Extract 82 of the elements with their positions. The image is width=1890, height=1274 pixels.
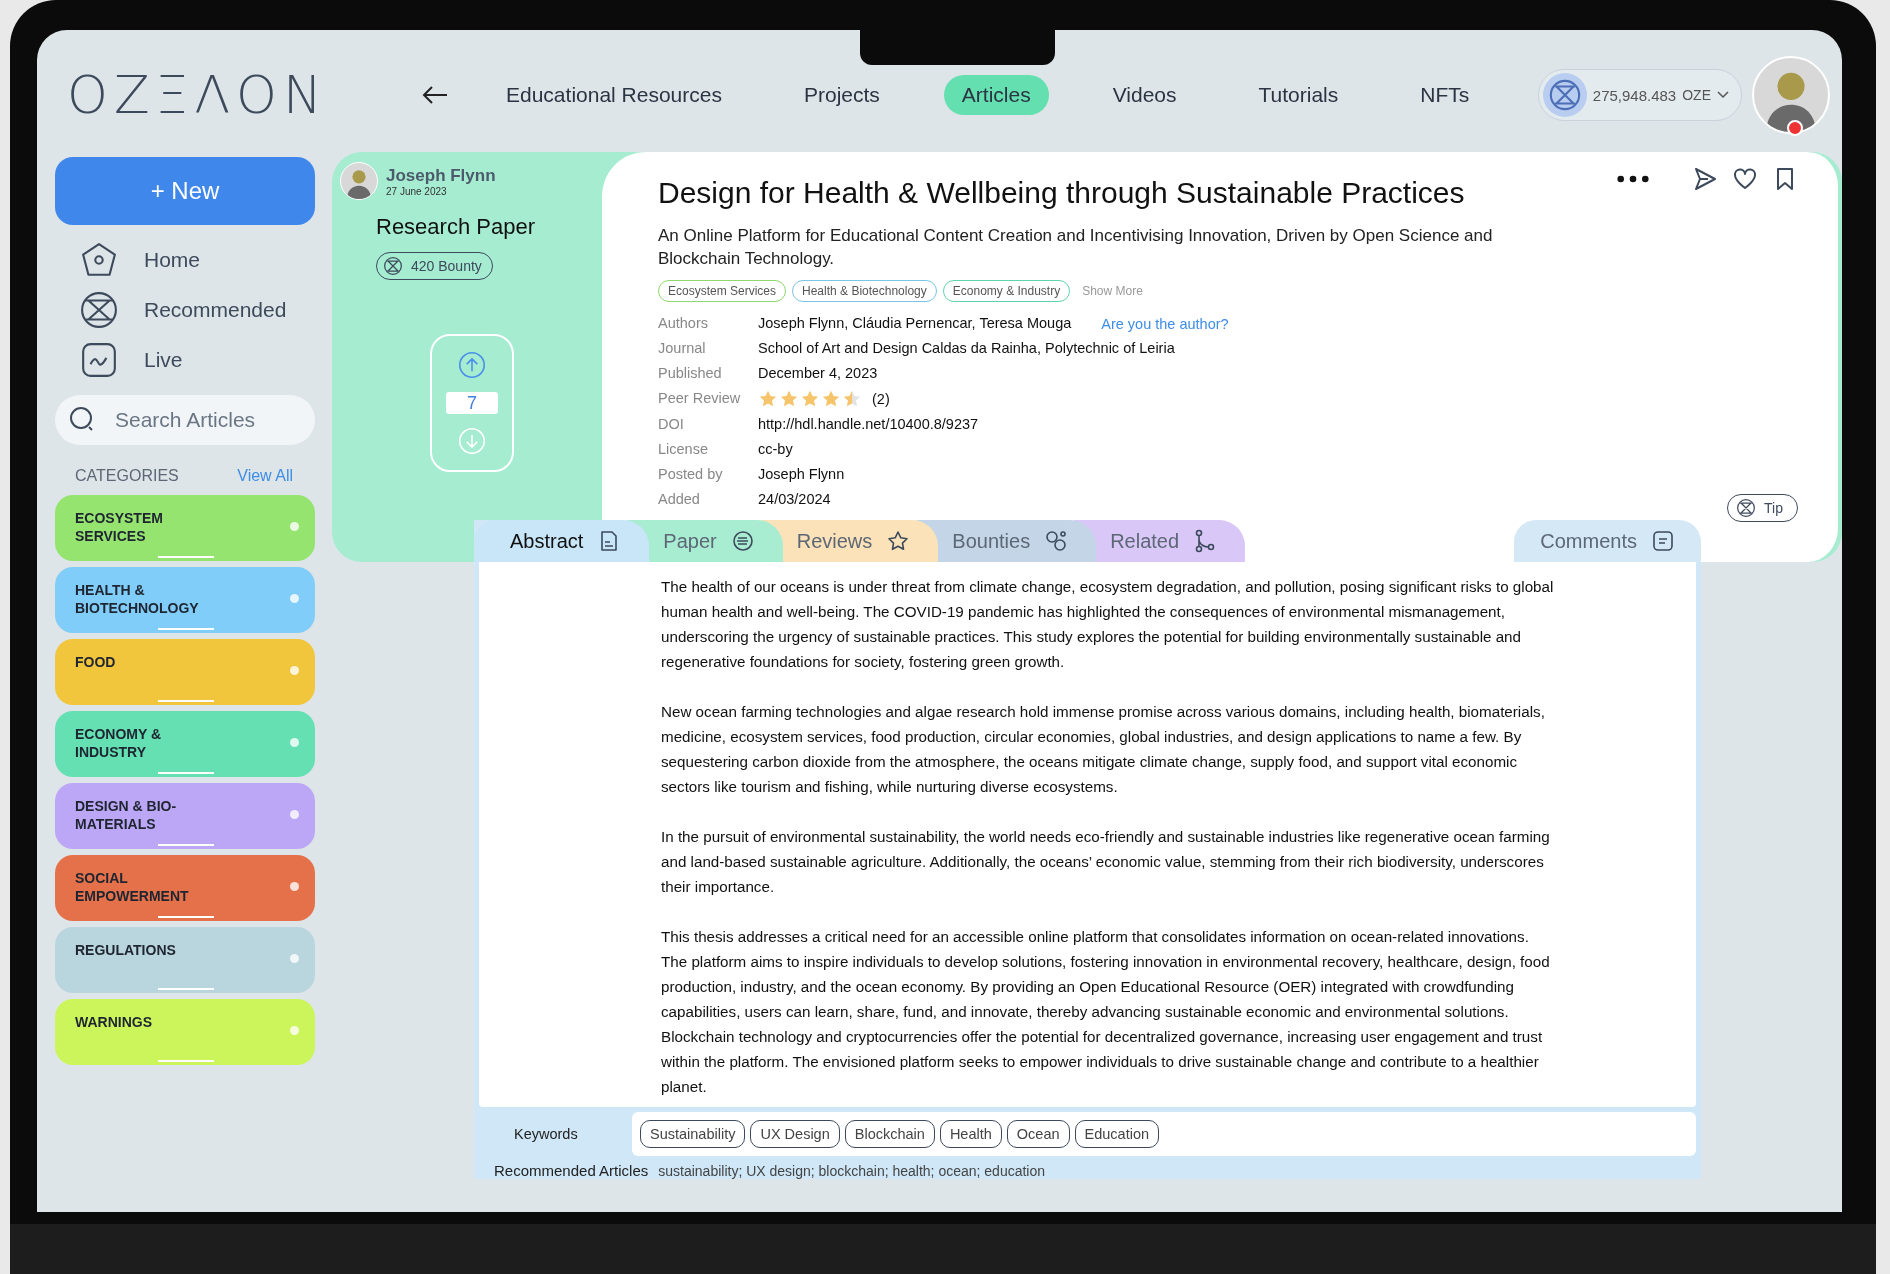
nav-link[interactable]: Projects xyxy=(785,75,898,115)
coin-icon xyxy=(1736,498,1757,518)
post-date: 27 June 2023 xyxy=(386,185,448,197)
meta-label: Posted by xyxy=(658,465,724,484)
trend-icon xyxy=(80,341,118,379)
meta-label: Peer Review xyxy=(658,389,742,408)
article-subtitle: An Online Platform for Educational Content Creation and Incentivising Innovation, Driven by Open Science and Blockchain Technology. xyxy=(658,225,1494,270)
vote-count: 7 xyxy=(446,392,498,414)
hourglass-circle-icon xyxy=(80,291,118,329)
keyword-chip[interactable]: Health xyxy=(939,1120,1002,1148)
sidebar-link[interactable]: Home xyxy=(144,248,201,272)
category-card[interactable]: SOCIAL EMPOWERMENT xyxy=(55,855,315,921)
abstract-paragraph: This thesis addresses a critical need for an accessible online platform that consolidates information on ocean-related innovations. The platform aims to inspire individuals to develop solutions, fostering innovation in environmental recovery, healthcare, design, food production, industry, and the ocean economy. By providing an Open Educational Resource (OER) integrated with crowdfunding capabilities, users can learn, share, fund, and innovate, thereby advancing sustainable economic and environmental solutions. Blockchain technology and cryptocurrencies offer the potential for decentralized governance, increasing user engagement and trust within the platform. The envisioned platform seeks to empower individuals to drive sustainable change and contribute to a healthier planet. xyxy=(661,927,1551,1097)
category-card[interactable]: REGULATIONS xyxy=(55,927,315,993)
review-count: (2) xyxy=(872,389,890,409)
abstract-paragraph: New ocean farming technologies and algae research hold immense promise across various domains, including health, biomaterials, medicine, ecosystem services, food production, circular economies, global industries, and design applications to name a few. By sequestering carbon dioxide from the atmosphere, the oceans mitigate climate change, supply food, and support vital economic sectors like tourism and fishing, while nurturing diverse ecosystems. xyxy=(661,702,1546,797)
meta-label: Published xyxy=(658,364,723,383)
caret-icon xyxy=(1717,91,1729,99)
star-icon xyxy=(842,389,862,409)
keywords-text: sustainability; UX design; blockchain; health; ocean; education xyxy=(658,1163,1046,1179)
nav-link[interactable]: NFTs xyxy=(1402,75,1488,115)
wallet-dropdown[interactable]: 275,948.483 OZE xyxy=(1537,69,1742,121)
keywords-label: Keywords xyxy=(513,1126,579,1142)
sidebar-link[interactable]: Live xyxy=(144,348,183,372)
circles-icon xyxy=(1044,529,1069,553)
send-icon[interactable] xyxy=(1692,166,1718,192)
star-icon xyxy=(779,389,799,409)
category-card[interactable]: HEALTH & BIOTECHNOLOGY xyxy=(55,567,315,633)
star-icon xyxy=(800,389,820,409)
search-field[interactable]: Search Articles xyxy=(55,395,315,445)
coin-icon xyxy=(1547,78,1582,112)
meta-value: http://hdl.handle.net/10400.8/9237 xyxy=(758,415,979,434)
keyword-chip[interactable]: Ocean xyxy=(1006,1120,1070,1148)
category-card[interactable]: ECONOMY & INDUSTRY xyxy=(55,711,315,777)
keyword-chip[interactable]: UX Design xyxy=(750,1120,840,1148)
abstract-paragraph: In the pursuit of environmental sustainability, the world needs eco-friendly and sustainable industries like regenerative ocean farming and land-based sustainable agriculture. Additionally, the oceans’ economic value, stemming from their rich biodiversity, underscores their importance. xyxy=(661,827,1551,897)
keyword-chip[interactable]: Blockchain xyxy=(844,1120,935,1148)
coil-icon xyxy=(730,529,755,553)
nav-link[interactable]: Educational Resources xyxy=(488,75,740,115)
meta-value: Joseph Flynn xyxy=(758,465,845,484)
star-icon xyxy=(821,389,841,409)
nav-link[interactable]: Tutorials xyxy=(1240,75,1357,115)
category-card[interactable]: ECOSYSTEM SERVICES xyxy=(55,495,315,561)
back-arrow-icon[interactable] xyxy=(422,85,448,105)
coin-icon xyxy=(383,256,403,276)
sidebar-link[interactable]: Recommended xyxy=(144,298,287,322)
section-heading: Recommended Articles xyxy=(494,1162,649,1179)
star-icon xyxy=(886,529,911,553)
heart-icon[interactable] xyxy=(1732,166,1758,192)
meta-label: License xyxy=(658,440,709,459)
meta-value: December 4, 2023 xyxy=(758,364,878,383)
claim-author-link[interactable]: Are you the author? xyxy=(1101,315,1229,332)
author-name[interactable]: Joseph Flynn xyxy=(386,165,496,186)
meta-label: Journal xyxy=(658,339,707,358)
article-type: Research Paper xyxy=(376,214,536,240)
meta-value: 24/03/2024 xyxy=(758,490,831,509)
author-avatar xyxy=(340,162,378,200)
category-card[interactable]: WARNINGS xyxy=(55,999,315,1065)
nav-link[interactable]: Videos xyxy=(1094,75,1195,115)
comments-tab[interactable]: Comments xyxy=(1514,520,1701,562)
article-title: Design for Health & Wellbeing through Sustainable Practices xyxy=(658,176,1465,210)
category-card[interactable]: FOOD xyxy=(55,639,315,705)
star-icon xyxy=(758,389,778,409)
tip-button[interactable]: Tip xyxy=(1727,494,1798,522)
meta-label: DOI xyxy=(658,415,685,434)
keyword-chip[interactable]: Sustainability xyxy=(640,1120,746,1148)
abstract-paragraph: The health of our oceans is under threat from climate change, ecosystem degradation, and pollution, posing significant risks to global human health and well-being. The COVID-19 pandemic has highlighted the consequences of environmental mismanagement, underscoring the urgency of sustainable practices. This study explores the potential for building environmentally sustainable and regenerative foundations for society, fostering green growth. xyxy=(661,577,1555,672)
section-heading: CATEGORIES xyxy=(75,467,179,485)
comment-icon xyxy=(1651,529,1675,553)
meta-label: Authors xyxy=(658,314,709,333)
meta-value: School of Art and Design Caldas da Rainha, Polytechnic of Leiria xyxy=(758,339,1175,358)
meta-value: Joseph Flynn, Cláudia Pernencar, Teresa Mouga xyxy=(758,314,1072,333)
nav-link[interactable]: Articles xyxy=(943,75,1049,115)
more-icon[interactable] xyxy=(1616,174,1650,184)
keyword-chip[interactable]: Education xyxy=(1074,1120,1160,1148)
category-card[interactable]: DESIGN & BIO-MATERIALS xyxy=(55,783,315,849)
meta-label: Added xyxy=(658,490,701,509)
new-button[interactable]: + New xyxy=(55,157,315,225)
home-icon xyxy=(80,241,118,279)
tab[interactable]: Abstract xyxy=(474,520,650,562)
meta-value: cc-by xyxy=(758,440,793,459)
logo[interactable]: OZΞΛON xyxy=(67,65,367,125)
